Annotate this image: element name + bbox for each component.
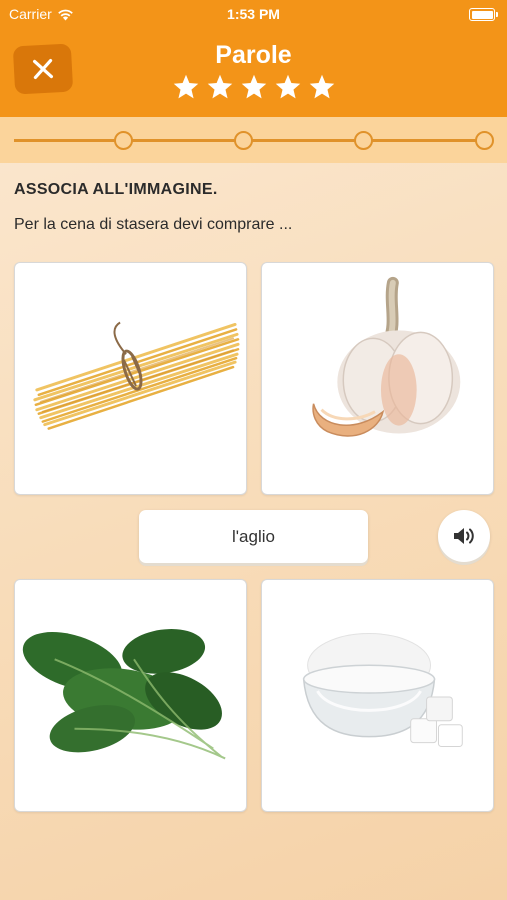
star-icon [173,74,198,99]
spaghetti-image [33,321,240,430]
status-time: 1:53 PM [227,6,280,22]
exercise-instruction: ASSOCIA ALL'IMMAGINE. [14,181,218,198]
choice-card-spaghetti[interactable] [14,262,247,495]
battery-icon [469,8,498,21]
progress-step [114,131,133,150]
garlic-image [312,276,461,437]
star-icon [207,74,232,99]
sugar-image [302,633,463,748]
progress-step [354,131,373,150]
star-icon [241,74,266,99]
exercise-prompt: Per la cena di stasera devi comprare ... [14,216,293,233]
progress-step [475,131,494,150]
status-bar: Carrier 1:53 PM [0,0,507,28]
rating-stars [0,73,507,101]
progress-line [14,139,493,142]
choice-card-garlic[interactable] [261,262,494,495]
star-icon [309,74,334,99]
speaker-icon [454,528,474,544]
progress-step [234,131,253,150]
page-title: Parole [215,41,292,69]
choice-card-sugar[interactable] [261,579,494,812]
answer-word: l'aglio [232,526,275,546]
progress-track [0,117,507,163]
spinach-image [22,629,226,760]
play-audio-button[interactable] [438,510,490,562]
answer-word-box[interactable]: l'aglio [139,510,368,563]
choice-card-spinach[interactable] [14,579,247,812]
header: Parole [0,28,507,117]
star-icon [275,74,300,99]
